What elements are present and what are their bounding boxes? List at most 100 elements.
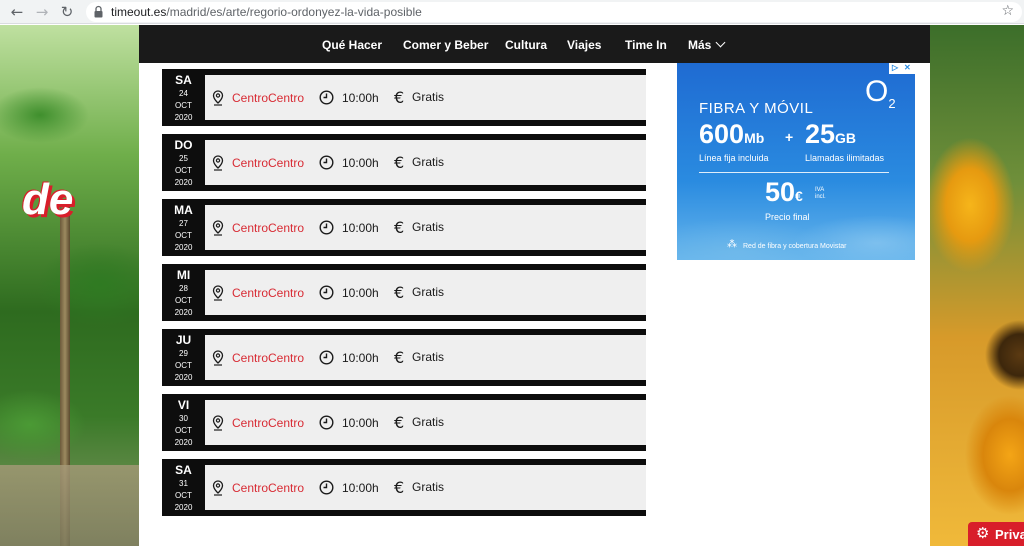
event-row[interactable]: SA 31 OCT 2020 CentroCentro 10:00h € Gra… bbox=[162, 459, 646, 516]
event-month: OCT bbox=[175, 166, 192, 175]
event-row[interactable]: SA 24 OCT 2020 CentroCentro 10:00h € Gra… bbox=[162, 69, 646, 126]
ad-brand-sub: 2 bbox=[888, 96, 896, 111]
event-day: 30 bbox=[179, 414, 188, 423]
ad-tax-note: IVA incl. bbox=[815, 187, 826, 201]
ad-tax-line-1: IVA bbox=[815, 187, 825, 193]
event-date: MA 27 OCT 2020 bbox=[162, 199, 205, 256]
event-date: VI 30 OCT 2020 bbox=[162, 394, 205, 451]
ad-headline: FIBRA Y MÓVIL bbox=[699, 100, 814, 117]
event-date: DO 25 OCT 2020 bbox=[162, 134, 205, 191]
event-day: 29 bbox=[179, 349, 188, 358]
url-text: timeout.es/madrid/es/arte/regorio-ordony… bbox=[111, 5, 422, 19]
event-date: MI 28 OCT 2020 bbox=[162, 264, 205, 321]
forward-arrow-icon[interactable]: → bbox=[33, 3, 51, 21]
ad-price-value: 50 bbox=[765, 177, 796, 207]
event-venue-link[interactable]: CentroCentro bbox=[232, 351, 304, 365]
location-pin-icon bbox=[212, 155, 224, 171]
reload-icon[interactable]: ↻ bbox=[58, 3, 76, 21]
euro-icon: € bbox=[394, 283, 405, 302]
event-month: OCT bbox=[175, 296, 192, 305]
ad-close-icon[interactable]: ✕ bbox=[904, 63, 911, 72]
event-detail: CentroCentro 10:00h € Gratis bbox=[205, 465, 646, 510]
nav-item-mas[interactable]: Más bbox=[688, 37, 726, 52]
event-venue-link[interactable]: CentroCentro bbox=[232, 286, 304, 300]
event-date: SA 31 OCT 2020 bbox=[162, 459, 205, 516]
event-venue-link[interactable]: CentroCentro bbox=[232, 481, 304, 495]
event-time: 10:00h bbox=[342, 91, 379, 105]
location-pin-icon bbox=[212, 480, 224, 496]
clock-icon bbox=[319, 90, 334, 105]
url-path: /madrid/es/arte/regorio-ordonyez-la-vida… bbox=[166, 5, 422, 19]
event-weekday: VI bbox=[177, 398, 190, 412]
event-weekday: SA bbox=[175, 463, 192, 477]
event-day: 25 bbox=[179, 154, 188, 163]
event-year: 2020 bbox=[174, 243, 193, 252]
location-pin-icon bbox=[212, 90, 224, 106]
ad-offer-mobile-value: 25 bbox=[805, 119, 836, 149]
background-takeover-left[interactable]: de bbox=[0, 25, 140, 546]
event-row[interactable]: JU 29 OCT 2020 CentroCentro 10:00h € Gra… bbox=[162, 329, 646, 386]
nav-item-time-in[interactable]: Time In bbox=[625, 38, 667, 52]
advertisement[interactable]: ▷ ✕ O2 FIBRA Y MÓVIL 600Mb + 25GB Línea … bbox=[677, 63, 915, 260]
bookmark-star-icon[interactable]: ☆ bbox=[1001, 3, 1014, 19]
back-arrow-icon[interactable]: ← bbox=[8, 3, 26, 21]
event-day: 24 bbox=[179, 89, 188, 98]
ad-divider bbox=[699, 172, 889, 173]
event-price: Gratis bbox=[412, 285, 445, 299]
event-month: OCT bbox=[175, 491, 192, 500]
location-pin-icon bbox=[212, 220, 224, 236]
nav-item-mas-label: Más bbox=[688, 38, 712, 52]
chevron-down-icon bbox=[715, 37, 726, 48]
event-month: OCT bbox=[175, 231, 192, 240]
nav-item-cultura[interactable]: Cultura bbox=[505, 38, 547, 52]
clock-icon bbox=[319, 350, 334, 365]
adchoices-badge[interactable]: ▷ ✕ bbox=[889, 63, 915, 74]
event-day: 31 bbox=[179, 479, 188, 488]
event-time: 10:00h bbox=[342, 481, 379, 495]
clock-icon bbox=[319, 415, 334, 430]
background-takeover-right[interactable] bbox=[930, 25, 1024, 546]
clock-icon bbox=[319, 155, 334, 170]
main-content: SA 24 OCT 2020 CentroCentro 10:00h € Gra… bbox=[139, 63, 930, 546]
event-price: Gratis bbox=[412, 350, 445, 364]
event-weekday: JU bbox=[175, 333, 192, 347]
event-price: Gratis bbox=[412, 415, 445, 429]
event-year: 2020 bbox=[174, 373, 193, 382]
event-row[interactable]: MA 27 OCT 2020 CentroCentro 10:00h € Gra… bbox=[162, 199, 646, 256]
promo-line-1: de bbox=[22, 175, 74, 224]
event-venue-link[interactable]: CentroCentro bbox=[232, 221, 304, 235]
nav-item-viajes[interactable]: Viajes bbox=[567, 38, 601, 52]
ad-plus: + bbox=[785, 129, 794, 145]
event-venue-link[interactable]: CentroCentro bbox=[232, 416, 304, 430]
ad-offer-fiber: 600Mb bbox=[699, 119, 764, 150]
ad-brand-letter: O bbox=[865, 75, 889, 108]
privacy-settings-button[interactable]: ⚙ Priva bbox=[968, 522, 1024, 546]
ad-offer-fiber-unit: Mb bbox=[744, 130, 765, 146]
event-time: 10:00h bbox=[342, 351, 379, 365]
euro-icon: € bbox=[394, 218, 405, 237]
ad-brand-logo: O2 bbox=[865, 75, 896, 111]
event-venue-link[interactable]: CentroCentro bbox=[232, 156, 304, 170]
privacy-label: Priva bbox=[995, 527, 1024, 542]
ad-offer-fiber-value: 600 bbox=[699, 119, 745, 149]
event-month: OCT bbox=[175, 361, 192, 370]
event-weekday: MA bbox=[174, 203, 193, 217]
nav-item-comer-y-beber[interactable]: Comer y Beber bbox=[403, 38, 488, 52]
event-day: 27 bbox=[179, 219, 188, 228]
event-date: SA 24 OCT 2020 bbox=[162, 69, 205, 126]
main-navigation: Qué Hacer Comer y Beber Cultura Viajes T… bbox=[139, 25, 930, 63]
event-row[interactable]: MI 28 OCT 2020 CentroCentro 10:00h € Gra… bbox=[162, 264, 646, 321]
event-time: 10:00h bbox=[342, 156, 379, 170]
adchoices-icon: ▷ bbox=[892, 63, 899, 72]
ad-offer-fiber-label: Línea fija incluida bbox=[699, 153, 769, 163]
event-row[interactable]: DO 25 OCT 2020 CentroCentro 10:00h € Gra… bbox=[162, 134, 646, 191]
event-detail: CentroCentro 10:00h € Gratis bbox=[205, 270, 646, 315]
event-detail: CentroCentro 10:00h € Gratis bbox=[205, 205, 646, 250]
nav-item-que-hacer[interactable]: Qué Hacer bbox=[322, 38, 382, 52]
event-detail: CentroCentro 10:00h € Gratis bbox=[205, 75, 646, 120]
event-venue-link[interactable]: CentroCentro bbox=[232, 91, 304, 105]
address-bar[interactable]: timeout.es/madrid/es/arte/regorio-ordony… bbox=[86, 2, 1022, 22]
lock-icon bbox=[94, 5, 103, 18]
event-row[interactable]: VI 30 OCT 2020 CentroCentro 10:00h € Gra… bbox=[162, 394, 646, 451]
event-time: 10:00h bbox=[342, 286, 379, 300]
